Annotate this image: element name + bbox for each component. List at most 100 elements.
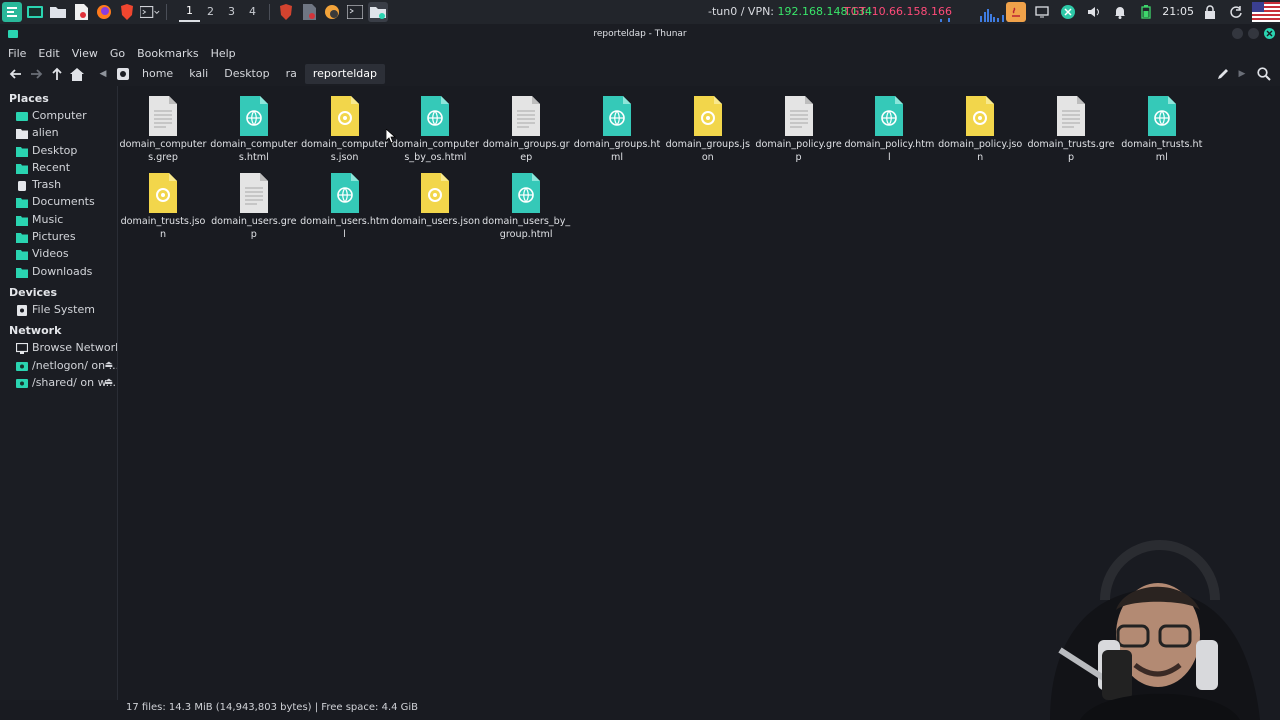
crumb-home[interactable]: home — [134, 64, 181, 84]
menu-bookmarks[interactable]: Bookmarks — [133, 47, 202, 60]
sidebar-item-label: Browse Network — [32, 341, 117, 355]
file-item[interactable]: domain_users.html — [300, 173, 390, 241]
menu-go[interactable]: Go — [106, 47, 129, 60]
pencil-icon — [1218, 69, 1228, 79]
home-button[interactable] — [69, 66, 85, 82]
messaging-icon[interactable] — [1058, 2, 1078, 22]
search-button[interactable] — [1256, 66, 1272, 82]
terminal-icon[interactable] — [25, 2, 45, 22]
workspace-2[interactable]: 2 — [200, 2, 221, 22]
file-item[interactable]: domain_policy.json — [935, 96, 1025, 164]
file-item[interactable]: domain_computers.html — [209, 96, 299, 164]
minimize-button[interactable] — [1232, 28, 1243, 39]
terminal-icon-2[interactable] — [345, 2, 365, 22]
videos-folder-icon — [16, 248, 28, 261]
sidebar-item-documents[interactable]: Documents — [0, 193, 117, 210]
bell-icon[interactable] — [1110, 2, 1130, 22]
crumb-desktop[interactable]: Desktop — [216, 64, 277, 84]
json-file-icon — [147, 173, 179, 213]
workspace-4[interactable]: 4 — [242, 2, 263, 22]
volume-icon[interactable] — [1084, 2, 1104, 22]
file-item[interactable]: domain_trusts.json — [118, 173, 208, 241]
battery-icon — [1136, 2, 1156, 22]
document-icon[interactable] — [299, 2, 319, 22]
sidebar-item-pictures[interactable]: Pictures — [0, 228, 117, 245]
menu-view[interactable]: View — [68, 47, 102, 60]
file-item[interactable]: domain_computers_by_os.html — [390, 96, 480, 164]
chevron-left-icon[interactable]: ◀ — [96, 69, 110, 79]
file-item[interactable]: domain_groups.grep — [481, 96, 571, 164]
root-drive-icon[interactable] — [116, 67, 130, 81]
sidebar-item-trash[interactable]: Trash — [0, 176, 117, 193]
brave-icon[interactable] — [117, 2, 137, 22]
vpn-label: -tun0 / VPN: — [708, 5, 778, 18]
edit-location-button[interactable] — [1215, 66, 1231, 82]
sidebar-item-netlogon-on[interactable]: /netlogon/ on ... ⏏ — [0, 357, 117, 374]
devices-heading: Devices — [9, 285, 58, 299]
sidebar-item-shared-on-w[interactable]: /shared/ on w... ⏏ — [0, 374, 117, 391]
refresh-icon[interactable] — [1226, 2, 1246, 22]
file-item[interactable]: domain_users_by_group.html — [481, 173, 571, 241]
close-icon — [1266, 30, 1273, 37]
file-name: domain_computers.json — [301, 139, 389, 163]
sidebar-item-file-system[interactable]: File System — [0, 301, 117, 318]
sidebar-item-music[interactable]: Music — [0, 211, 117, 228]
text-file-icon — [783, 96, 815, 136]
folder-icon[interactable] — [48, 2, 68, 22]
close-button[interactable] — [1264, 28, 1275, 39]
html-file-icon — [329, 173, 361, 213]
firefox-icon[interactable] — [94, 2, 114, 22]
sidebar-item-videos[interactable]: Videos — [0, 245, 117, 262]
sidebar-item-downloads[interactable]: Downloads — [0, 263, 117, 280]
kali-menu-icon[interactable] — [2, 2, 22, 22]
file-item[interactable]: domain_policy.html — [844, 96, 934, 164]
burp-icon[interactable] — [276, 2, 296, 22]
clock[interactable]: 21:05 — [1162, 2, 1194, 22]
sidebar-item-alien[interactable]: alien — [0, 124, 117, 141]
menu-file[interactable]: File — [4, 47, 30, 60]
file-item[interactable]: domain_policy.grep — [754, 96, 844, 164]
lock-icon[interactable] — [1200, 2, 1220, 22]
file-manager-icon[interactable] — [368, 2, 388, 22]
crumb-ra[interactable]: ra — [278, 64, 305, 84]
back-button[interactable] — [8, 66, 24, 82]
eject-icon[interactable]: ⏏ — [104, 374, 113, 391]
workspace-3[interactable]: 3 — [221, 2, 242, 22]
window-titlebar[interactable]: reporteldap - Thunar — [0, 24, 1280, 44]
terminal-dropdown-icon[interactable] — [140, 2, 160, 22]
file-item[interactable]: domain_computers.grep — [118, 96, 208, 164]
file-item[interactable]: domain_trusts.html — [1117, 96, 1207, 164]
scroll-right-button[interactable]: ▶ — [1234, 66, 1250, 82]
pictures-folder-icon — [16, 231, 28, 244]
file-item[interactable]: domain_groups.html — [572, 96, 662, 164]
up-button[interactable] — [49, 66, 65, 82]
menu-help[interactable]: Help — [207, 47, 240, 60]
file-item[interactable]: domain_computers.json — [300, 96, 390, 164]
file-item[interactable]: domain_trusts.grep — [1026, 96, 1116, 164]
bloodhound-icon[interactable] — [322, 2, 342, 22]
workspace-1[interactable]: 1 — [179, 2, 200, 22]
us-flag-icon[interactable] — [1252, 2, 1280, 22]
sidebar-item-label: Downloads — [32, 264, 93, 278]
crumb-reporteldap[interactable]: reporteldap — [304, 64, 385, 84]
display-icon[interactable] — [1032, 2, 1052, 22]
sidebar-item-recent[interactable]: Recent — [0, 159, 117, 176]
sidebar-item-computer[interactable]: Computer — [0, 107, 117, 124]
pdf-icon[interactable] — [71, 2, 91, 22]
json-file-icon — [419, 173, 451, 213]
crumb-kali[interactable]: kali — [181, 64, 216, 84]
eject-icon[interactable]: ⏏ — [104, 357, 113, 374]
java-icon[interactable] — [1006, 2, 1027, 22]
arrow-left-icon — [9, 69, 21, 79]
places-heading: Places — [9, 92, 49, 105]
sidebar-item-browse-network[interactable]: Browse Network — [0, 339, 117, 356]
sidebar-item-label: alien — [32, 126, 59, 140]
file-item[interactable]: domain_users.grep — [209, 173, 299, 241]
maximize-button[interactable] — [1248, 28, 1259, 39]
file-item[interactable]: domain_groups.json — [663, 96, 753, 164]
forward-button[interactable] — [28, 66, 44, 82]
file-item[interactable]: domain_users.json — [390, 173, 480, 229]
html-file-icon — [873, 96, 905, 136]
menu-edit[interactable]: Edit — [34, 47, 63, 60]
sidebar-item-desktop[interactable]: Desktop — [0, 142, 117, 159]
